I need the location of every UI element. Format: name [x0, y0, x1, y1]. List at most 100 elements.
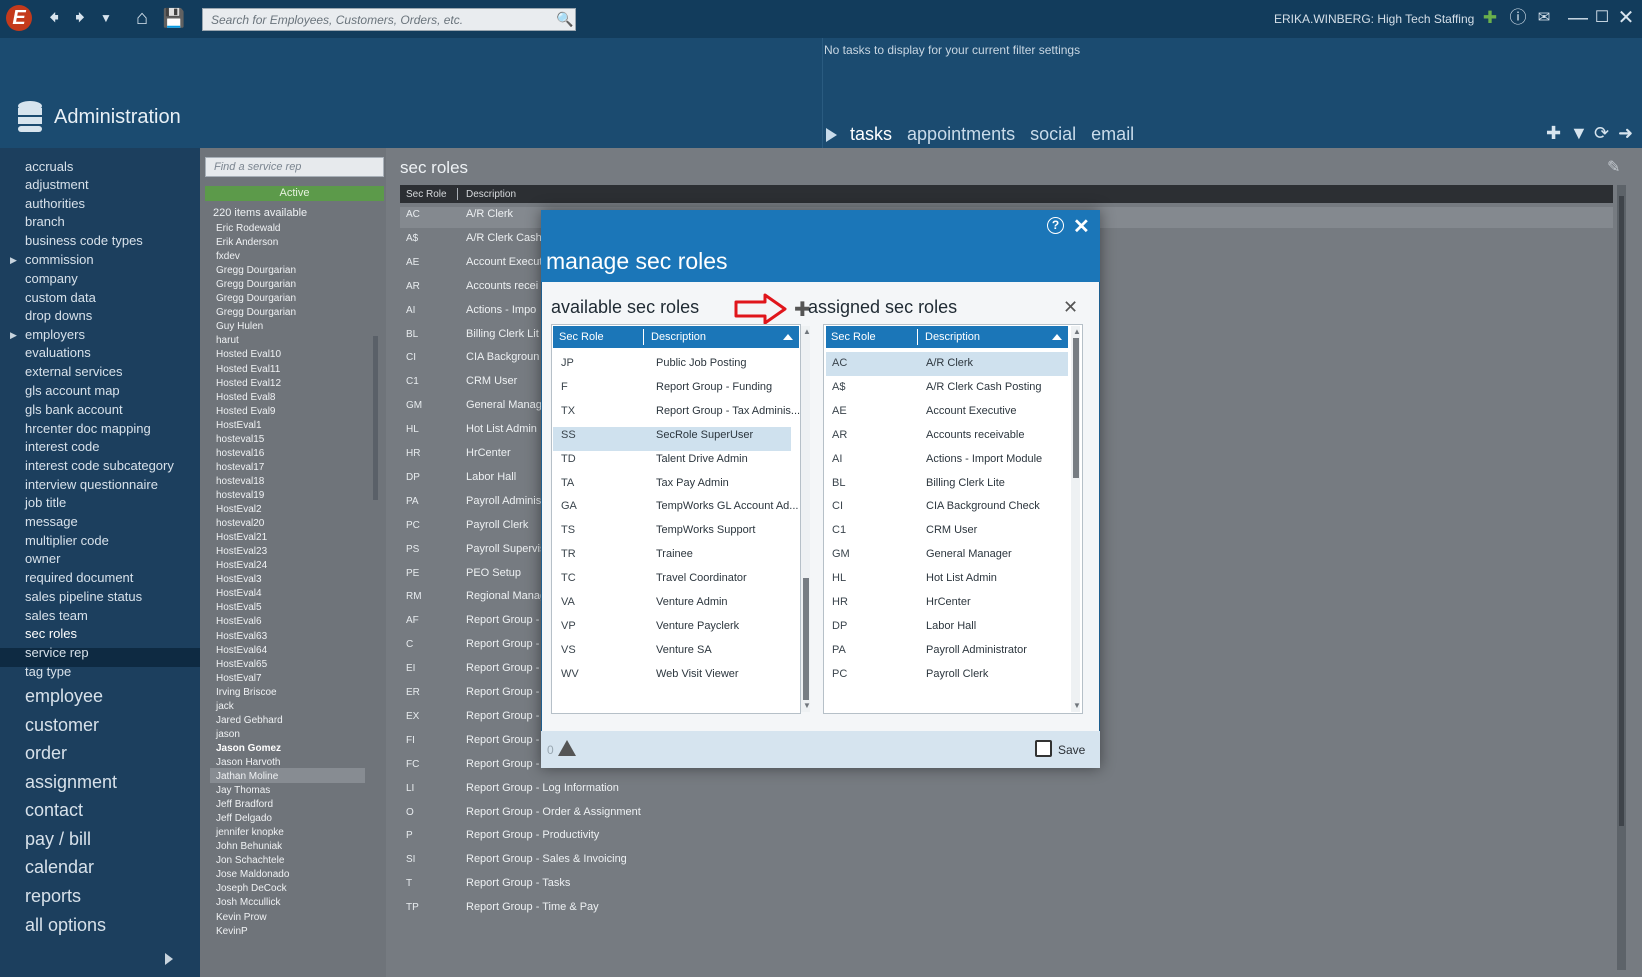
save-icon[interactable]: [1035, 740, 1052, 757]
sidebar-item-drop-downs[interactable]: drop downs: [25, 308, 92, 323]
sort-ascending-icon[interactable]: [783, 334, 793, 340]
assigned-col-description[interactable]: Description: [925, 331, 980, 343]
list-item[interactable]: Jason Harvoth: [216, 757, 280, 768]
available-row-code[interactable]: VS: [561, 644, 576, 656]
available-row-description[interactable]: Tax Pay Admin: [656, 477, 729, 489]
list-item[interactable]: HostEval23: [216, 546, 267, 557]
list-item[interactable]: Josh Mccullick: [216, 897, 280, 908]
list-item[interactable]: hosteval16: [216, 448, 264, 459]
minimize-icon[interactable]: —: [1566, 6, 1590, 30]
available-row-code[interactable]: TX: [561, 405, 575, 417]
list-item[interactable]: HostEval5: [216, 602, 262, 613]
save-disk-icon[interactable]: 💾: [162, 6, 186, 30]
forward-icon[interactable]: ➜: [1618, 123, 1633, 144]
list-item[interactable]: Hosted Eval8: [216, 392, 275, 403]
list-item[interactable]: Jason Gomez: [216, 743, 281, 754]
sidebar-item-job-title[interactable]: job title: [25, 495, 66, 510]
list-item[interactable]: Gregg Dourgarian: [216, 293, 296, 304]
assigned-row-code[interactable]: AE: [832, 405, 847, 417]
chat-icon[interactable]: ✉: [1532, 6, 1556, 30]
assigned-row-description[interactable]: A/R Clerk Cash Posting: [926, 381, 1042, 393]
available-row-code[interactable]: GA: [561, 500, 577, 512]
table-row-description[interactable]: Report Group -: [466, 662, 539, 674]
list-item[interactable]: jason: [216, 729, 240, 740]
list-item[interactable]: Jeff Bradford: [216, 799, 273, 810]
table-row-code[interactable]: C1: [406, 376, 419, 387]
table-row-description[interactable]: Report Group - Time & Pay: [466, 901, 599, 913]
table-row-code[interactable]: GM: [406, 400, 422, 411]
list-item[interactable]: HostEval24: [216, 560, 267, 571]
maximize-icon[interactable]: ☐: [1590, 6, 1614, 30]
list-item[interactable]: Eric Rodewald: [216, 223, 280, 234]
table-row-description[interactable]: Billing Clerk Lit: [466, 328, 539, 340]
list-item[interactable]: HostEval63: [216, 631, 267, 642]
assigned-row-description[interactable]: Billing Clerk Lite: [926, 477, 1005, 489]
table-row-code[interactable]: EI: [406, 663, 415, 674]
table-row-code[interactable]: AE: [406, 257, 419, 268]
nav-section-reports[interactable]: reports: [25, 886, 81, 907]
table-row-code[interactable]: FI: [406, 735, 415, 746]
list-item[interactable]: HostEval6: [216, 616, 262, 627]
list-item[interactable]: Kevin Prow: [216, 912, 267, 923]
available-row-description[interactable]: Talent Drive Admin: [656, 453, 748, 465]
list-item[interactable]: jack: [216, 701, 234, 712]
global-search-input[interactable]: Search for Employees, Customers, Orders,…: [202, 8, 576, 31]
table-row-code[interactable]: EX: [406, 711, 419, 722]
assigned-row-description[interactable]: Accounts receivable: [926, 429, 1024, 441]
expand-arrow-icon[interactable]: [165, 953, 173, 965]
sidebar-item-business-code-types[interactable]: business code types: [25, 233, 143, 248]
assigned-row-description[interactable]: CIA Background Check: [926, 500, 1040, 512]
sidebar-item-sales-pipeline-status[interactable]: sales pipeline status: [25, 589, 142, 604]
assigned-row-code[interactable]: C1: [832, 524, 846, 536]
nav-section-customer[interactable]: customer: [25, 715, 99, 736]
available-row-code[interactable]: JP: [561, 357, 574, 369]
assigned-col-sec-role[interactable]: Sec Role: [831, 331, 876, 343]
available-row-description[interactable]: Web Visit Viewer: [656, 668, 739, 680]
sidebar-item-message[interactable]: message: [25, 514, 78, 529]
nav-section-contact[interactable]: contact: [25, 800, 83, 821]
table-row-description[interactable]: General Manag: [466, 399, 542, 411]
list-item[interactable]: HostEval21: [216, 532, 267, 543]
main-scrollbar-thumb[interactable]: [1619, 196, 1624, 826]
available-col-sec-role[interactable]: Sec Role: [559, 331, 604, 343]
list-item[interactable]: Gregg Dourgarian: [216, 279, 296, 290]
sidebar-item-sec-roles[interactable]: sec roles: [25, 626, 77, 641]
table-row-description[interactable]: Report Group - Productivity: [466, 829, 599, 841]
available-grid-scrollbar-thumb[interactable]: [803, 578, 809, 700]
table-row-code[interactable]: PC: [406, 520, 420, 531]
assigned-row-code[interactable]: HL: [832, 572, 846, 584]
briefcase-add-icon[interactable]: ✚: [1478, 6, 1502, 30]
available-row-code[interactable]: F: [561, 381, 568, 393]
help-icon[interactable]: ⓘ: [1506, 6, 1530, 30]
sidebar-item-hrcenter-doc-mapping[interactable]: hrcenter doc mapping: [25, 421, 151, 436]
save-button[interactable]: Save: [1058, 743, 1085, 757]
table-row-code[interactable]: HL: [406, 424, 419, 435]
assigned-row-description[interactable]: A/R Clerk: [926, 357, 973, 369]
table-row-description[interactable]: PEO Setup: [466, 567, 521, 579]
nav-section-order[interactable]: order: [25, 743, 67, 764]
table-row-code[interactable]: P: [406, 830, 413, 841]
available-row-code[interactable]: TA: [561, 477, 574, 489]
add-icon[interactable]: ✚: [1546, 123, 1561, 144]
table-row-code[interactable]: RM: [406, 591, 422, 602]
list-item[interactable]: Jose Maldonado: [216, 869, 289, 880]
table-row-code[interactable]: DP: [406, 472, 420, 483]
table-row-code[interactable]: CI: [406, 352, 416, 363]
assigned-grid-scrollbar-thumb[interactable]: [1073, 338, 1079, 478]
sidebar-item-custom-data[interactable]: custom data: [25, 290, 96, 305]
available-row-description[interactable]: Travel Coordinator: [656, 572, 747, 584]
sidebar-item-owner[interactable]: owner: [25, 551, 60, 566]
tab-social[interactable]: social: [1030, 124, 1076, 144]
assigned-row-code[interactable]: BL: [832, 477, 845, 489]
play-icon[interactable]: [826, 128, 837, 142]
table-row-description[interactable]: HrCenter: [466, 447, 511, 459]
sidebar-item-multiplier-code[interactable]: multiplier code: [25, 533, 109, 548]
table-row-description[interactable]: Accounts recei: [466, 280, 538, 292]
window-close-icon[interactable]: ✕: [1614, 6, 1638, 30]
table-row-code[interactable]: SI: [406, 854, 415, 865]
list-item[interactable]: Guy Hulen: [216, 321, 263, 332]
sidebar-item-gls-bank-account[interactable]: gls bank account: [25, 402, 123, 417]
sidebar-item-interest-code-subcategory[interactable]: interest code subcategory: [25, 458, 174, 473]
column-header-sec-role[interactable]: Sec Role: [406, 189, 447, 200]
table-row-description[interactable]: Report Group - Log Information: [466, 782, 619, 794]
